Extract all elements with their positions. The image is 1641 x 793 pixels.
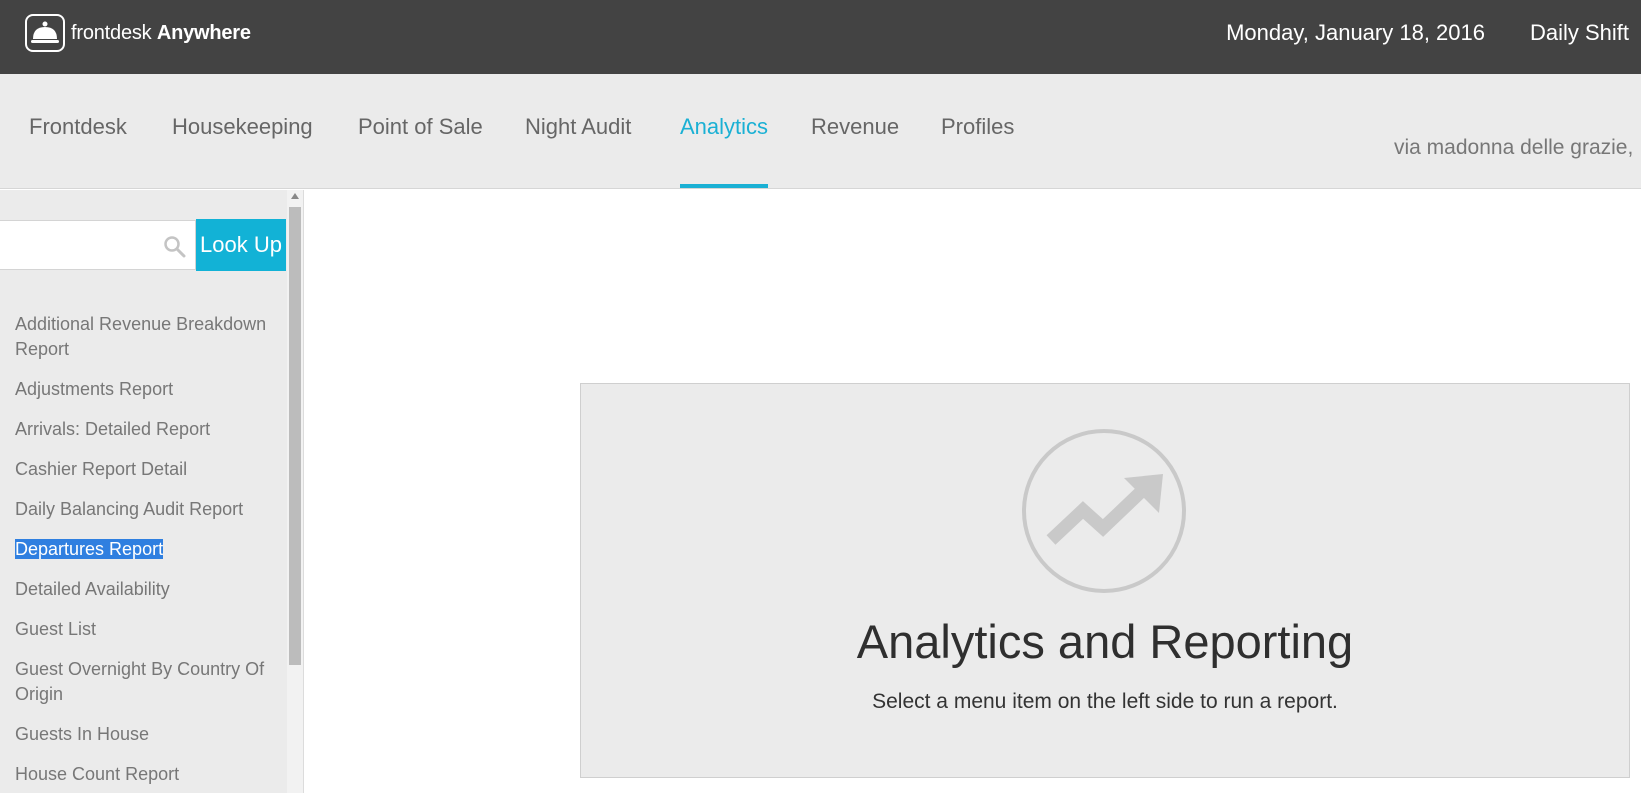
top-bar: frontdesk Anywhere Monday, January 18, 2… xyxy=(0,0,1641,74)
analytics-placeholder-panel: Analytics and Reporting Select a menu it… xyxy=(580,383,1630,778)
trending-up-icon xyxy=(1021,428,1187,599)
look-up-button[interactable]: Look Up xyxy=(196,219,286,271)
brand-name: frontdesk Anywhere xyxy=(71,21,251,44)
bell-icon xyxy=(25,14,65,52)
scroll-thumb[interactable] xyxy=(289,207,301,665)
report-item[interactable]: Detailed Availability xyxy=(15,577,270,602)
report-item[interactable]: Additional Revenue Breakdown Report xyxy=(15,312,270,362)
report-item-selected[interactable]: Departures Report xyxy=(15,537,270,562)
report-list: Additional Revenue Breakdown Report Adju… xyxy=(15,312,270,793)
main-nav: Frontdesk Housekeeping Point of Sale Nig… xyxy=(0,74,1641,189)
report-search-input[interactable] xyxy=(0,220,196,270)
scroll-up-icon[interactable] xyxy=(291,193,299,199)
report-item[interactable]: Guest List xyxy=(15,617,270,642)
tab-revenue[interactable]: Revenue xyxy=(811,114,899,188)
search-icon xyxy=(163,235,187,264)
panel-subtitle: Select a menu item on the left side to r… xyxy=(872,690,1338,713)
report-item[interactable]: Arrivals: Detailed Report xyxy=(15,417,270,442)
property-address: via madonna delle grazie, xyxy=(1394,136,1634,159)
tab-profiles[interactable]: Profiles xyxy=(941,114,1014,188)
tab-frontdesk[interactable]: Frontdesk xyxy=(29,114,127,188)
panel-title: Analytics and Reporting xyxy=(856,615,1354,668)
sidebar-scrollbar[interactable] xyxy=(287,190,304,793)
report-item[interactable]: Cashier Report Detail xyxy=(15,457,270,482)
report-sidebar: Look Up Additional Revenue Breakdown Rep… xyxy=(0,190,287,793)
report-item[interactable]: Daily Balancing Audit Report xyxy=(15,497,270,522)
report-item[interactable]: Adjustments Report xyxy=(15,377,270,402)
current-date: Monday, January 18, 2016 xyxy=(1226,20,1485,45)
tab-housekeeping[interactable]: Housekeeping xyxy=(172,114,313,188)
tab-night-audit[interactable]: Night Audit xyxy=(525,114,631,188)
report-item[interactable]: House Count Report xyxy=(15,762,270,787)
report-item[interactable]: Guests In House xyxy=(15,722,270,747)
tab-analytics[interactable]: Analytics xyxy=(680,114,769,188)
brand-logo[interactable]: frontdesk Anywhere xyxy=(25,14,251,52)
report-item[interactable]: Guest Overnight By Country Of Origin xyxy=(15,657,270,707)
tab-point-of-sale[interactable]: Point of Sale xyxy=(358,114,483,188)
shift-selector[interactable]: Daily Shift xyxy=(1530,20,1629,46)
